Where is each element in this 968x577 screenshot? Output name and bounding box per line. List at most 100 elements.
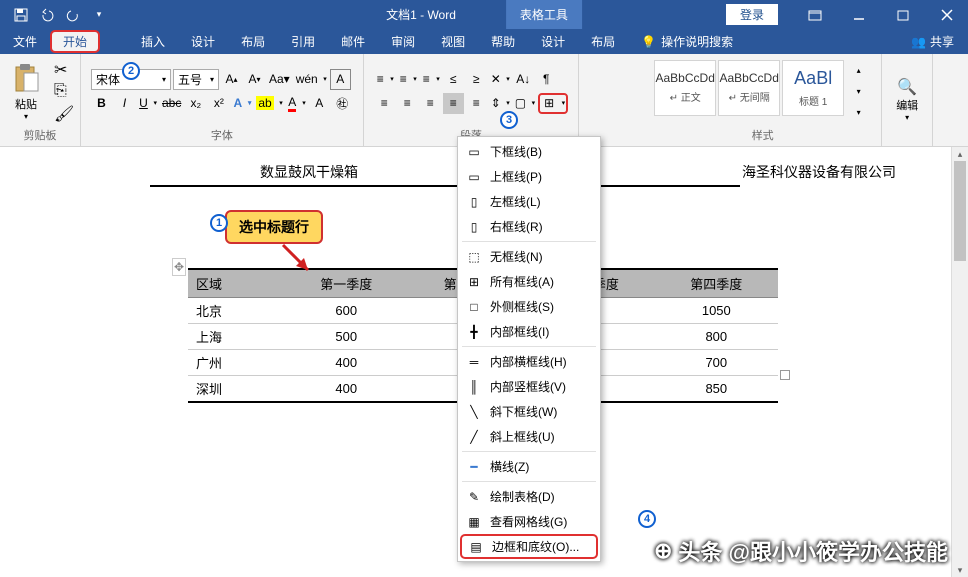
- title-text: 文档1 - Word 表格工具: [386, 0, 582, 29]
- arrow-icon: [278, 240, 318, 280]
- undo-button[interactable]: [36, 4, 58, 26]
- align-center-button[interactable]: ≡: [397, 93, 418, 114]
- menu-horizontal-line[interactable]: ━横线(Z): [458, 454, 600, 479]
- menu-outside-borders[interactable]: □外侧框线(S): [458, 294, 600, 319]
- char-shading-button[interactable]: A: [309, 93, 330, 114]
- underline-button[interactable]: U: [137, 93, 158, 114]
- tab-file[interactable]: 文件: [0, 29, 50, 54]
- tab-review[interactable]: 审阅: [378, 29, 428, 54]
- sort-button[interactable]: A↓: [513, 69, 534, 90]
- justify-button[interactable]: ≡: [443, 93, 464, 114]
- maximize-button[interactable]: [882, 0, 924, 29]
- doc-heading[interactable]: 数显鼓风干燥箱: [150, 157, 740, 187]
- tab-help[interactable]: 帮助: [478, 29, 528, 54]
- align-left-button[interactable]: ≡: [374, 93, 395, 114]
- menu-bottom-border[interactable]: ▭下框线(B): [458, 139, 600, 164]
- paste-button[interactable]: 粘贴 ▾: [6, 62, 46, 121]
- border-inside-h-icon: ═: [466, 354, 482, 370]
- scroll-down-button[interactable]: ▾: [952, 563, 968, 577]
- menu-view-gridlines[interactable]: ▦查看网格线(G): [458, 509, 600, 534]
- style-no-spacing[interactable]: AaBbCcDd↵ 无间隔: [718, 60, 780, 116]
- menu-all-borders[interactable]: ⊞所有框线(A): [458, 269, 600, 294]
- menu-borders-shading[interactable]: ▤边框和底纹(O)...: [460, 534, 598, 559]
- editing-label[interactable]: 编辑: [896, 97, 918, 113]
- menu-left-border[interactable]: ▯左框线(L): [458, 189, 600, 214]
- tab-layout[interactable]: 布局: [228, 29, 278, 54]
- headline-icon: ⊕: [654, 538, 672, 564]
- borders-dropdown-menu: ▭下框线(B) ▭上框线(P) ▯左框线(L) ▯右框线(R) ⬚无框线(N) …: [457, 136, 601, 562]
- multilevel-button[interactable]: ≡: [420, 69, 441, 90]
- style-normal[interactable]: AaBbCcDd↵ 正文: [654, 60, 716, 116]
- menu-inside-v-border[interactable]: ║内部竖框线(V): [458, 374, 600, 399]
- increase-indent-button[interactable]: ≥: [466, 69, 487, 90]
- subscript-button[interactable]: x₂: [185, 93, 206, 114]
- phonetic-guide-button[interactable]: wén: [294, 69, 328, 90]
- qat-customize[interactable]: ▾: [88, 4, 110, 26]
- company-text[interactable]: 海圣科仪器设备有限公司: [742, 162, 896, 182]
- text-effects-button[interactable]: A: [231, 93, 252, 114]
- change-case-button[interactable]: Aa▾: [267, 69, 292, 90]
- decrease-indent-button[interactable]: ≤: [443, 69, 464, 90]
- tab-home[interactable]: 开始: [50, 30, 100, 53]
- shading-button[interactable]: ▢: [513, 93, 536, 114]
- styles-scroll-up[interactable]: ▴: [848, 60, 869, 81]
- tab-design[interactable]: 设计: [178, 29, 228, 54]
- show-marks-button[interactable]: ¶: [536, 69, 557, 90]
- superscript-button[interactable]: x²: [208, 93, 229, 114]
- tab-insert[interactable]: 插入: [128, 29, 178, 54]
- share-button[interactable]: 👥共享: [897, 33, 968, 50]
- styles-scroll-down[interactable]: ▾: [848, 81, 869, 102]
- border-diag-up-icon: ╱: [466, 429, 482, 445]
- copy-button[interactable]: ⎘: [54, 82, 74, 100]
- format-painter-button[interactable]: 🖌: [54, 104, 74, 122]
- menu-diag-up-border[interactable]: ╱斜上框线(U): [458, 424, 600, 449]
- tab-tabletools-layout[interactable]: 布局: [578, 29, 628, 54]
- menu-inside-borders[interactable]: ╋内部框线(I): [458, 319, 600, 344]
- grow-font-button[interactable]: A▴: [221, 69, 242, 90]
- style-heading1[interactable]: AaBl标题 1: [782, 60, 844, 116]
- highlight-button[interactable]: ab: [254, 93, 283, 114]
- styles-more[interactable]: ▾: [848, 102, 869, 123]
- cut-button[interactable]: ✂: [54, 60, 74, 78]
- menu-diag-down-border[interactable]: ╲斜下框线(W): [458, 399, 600, 424]
- asian-layout-button[interactable]: ✕: [489, 69, 511, 90]
- login-button[interactable]: 登录: [726, 4, 778, 25]
- italic-button[interactable]: I: [114, 93, 135, 114]
- group-paragraph: ≡ ≡ ≡ ≤ ≥ ✕ A↓ ¶ ≡ ≡ ≡ ≡ ≡ ⇕ ▢ ⊞ 段落: [364, 54, 579, 146]
- char-border-button[interactable]: A: [330, 69, 351, 90]
- tab-view[interactable]: 视图: [428, 29, 478, 54]
- numbering-button[interactable]: ≡: [397, 69, 418, 90]
- save-button[interactable]: [10, 4, 32, 26]
- ribbon-options-button[interactable]: [794, 0, 836, 29]
- menu-draw-table[interactable]: ✎绘制表格(D): [458, 484, 600, 509]
- tab-mailings[interactable]: 邮件: [328, 29, 378, 54]
- align-right-button[interactable]: ≡: [420, 93, 441, 114]
- vertical-scrollbar[interactable]: ▴ ▾: [951, 147, 968, 577]
- pencil-icon: ✎: [466, 489, 482, 505]
- tab-references[interactable]: 引用: [278, 29, 328, 54]
- font-size-combo[interactable]: 五号▾: [173, 69, 219, 90]
- border-bottom-icon: ▭: [466, 144, 482, 160]
- table-anchor-icon[interactable]: ✥: [172, 258, 186, 276]
- close-button[interactable]: [926, 0, 968, 29]
- callout-3: 3: [500, 111, 518, 129]
- distributed-button[interactable]: ≡: [466, 93, 487, 114]
- strike-button[interactable]: abc: [160, 93, 183, 114]
- menu-inside-h-border[interactable]: ═内部横框线(H): [458, 349, 600, 374]
- scroll-thumb[interactable]: [954, 161, 966, 261]
- enclose-char-button[interactable]: ㊓: [332, 93, 353, 114]
- border-outside-icon: □: [466, 299, 482, 315]
- scroll-up-button[interactable]: ▴: [952, 147, 968, 161]
- menu-top-border[interactable]: ▭上框线(P): [458, 164, 600, 189]
- menu-right-border[interactable]: ▯右框线(R): [458, 214, 600, 239]
- bold-button[interactable]: B: [91, 93, 112, 114]
- borders-button[interactable]: ⊞: [538, 93, 568, 114]
- menu-no-border[interactable]: ⬚无框线(N): [458, 244, 600, 269]
- shrink-font-button[interactable]: A▾: [244, 69, 265, 90]
- font-color-button[interactable]: A: [286, 93, 307, 114]
- minimize-button[interactable]: [838, 0, 880, 29]
- tell-me[interactable]: 💡操作说明搜索: [628, 29, 746, 54]
- redo-button[interactable]: [62, 4, 84, 26]
- bullets-button[interactable]: ≡: [374, 69, 395, 90]
- tab-tabletools-design[interactable]: 设计: [528, 29, 578, 54]
